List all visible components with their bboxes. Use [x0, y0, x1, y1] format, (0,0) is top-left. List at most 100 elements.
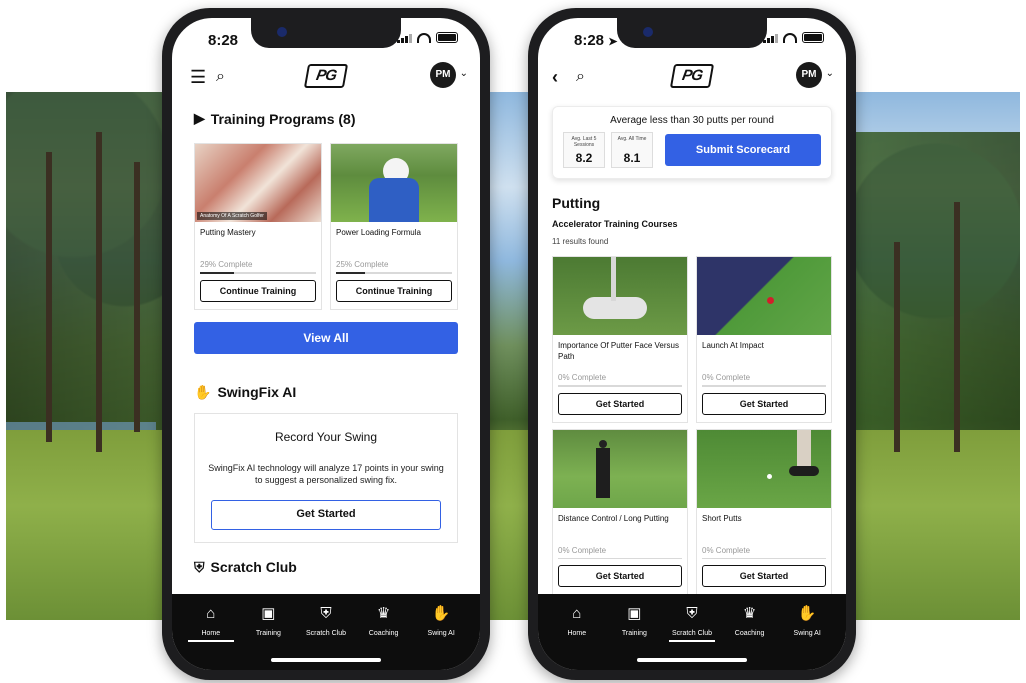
- home-content: ▶ Training Programs (8) Anatomy Of A Scr…: [172, 98, 480, 594]
- pg-logo[interactable]: PG: [669, 64, 715, 88]
- view-all-wrap: View All: [172, 321, 480, 354]
- tree-trunk: [134, 162, 140, 432]
- results-count: 11 results found: [552, 237, 609, 246]
- play-icon: ▶: [194, 110, 205, 126]
- tab-label: Scratch Club: [671, 630, 713, 637]
- home-indicator: [271, 658, 381, 662]
- tree-trunk: [954, 202, 960, 452]
- chevron-down-icon[interactable]: ⌄: [826, 68, 834, 79]
- courses-subtitle: Accelerator Training Courses: [552, 219, 678, 229]
- section-title: SwingFix AI: [217, 384, 297, 400]
- impact-thumbnail: [697, 257, 831, 335]
- course-card[interactable]: Importance Of Putter Face Versus Path 0%…: [552, 256, 688, 423]
- shield-crest-icon: ⛨: [320, 605, 332, 622]
- course-card[interactable]: Launch At Impact 0% Complete Get Started: [696, 256, 832, 423]
- status-time: 8:28 ➤: [574, 32, 618, 49]
- search-icon[interactable]: ⌕: [576, 66, 585, 88]
- swing-hand-icon: ✋: [194, 383, 212, 400]
- phone-scratch-club-screen: 8:28 ➤ ‹ ⌕ PG PM ⌄ Average less than 30 …: [528, 8, 856, 680]
- pg-logo[interactable]: PG: [303, 64, 349, 88]
- wifi-icon: [417, 32, 431, 43]
- tab-home[interactable]: ⌂ Home: [548, 604, 606, 670]
- training-programs-heading: ▶ Training Programs (8): [172, 110, 480, 127]
- app-header: ‹ ⌕ PG PM ⌄: [538, 62, 846, 94]
- tab-label: Training: [255, 630, 281, 637]
- camera-icon: [277, 27, 287, 37]
- get-started-button[interactable]: Get Started: [702, 392, 826, 415]
- card-title: Power Loading Formula: [336, 228, 421, 237]
- bottom-tab-bar: ⌂ Home ▣ Training ⛨ Scratch Club ♛ Coaching …: [538, 594, 846, 670]
- stat-label: Avg. All Time: [617, 136, 647, 142]
- stat-label: Avg. Last 5 Sessions: [571, 136, 597, 148]
- anatomy-thumbnail: Anatomy Of A Scratch Golfer: [195, 144, 321, 222]
- card-title: Distance Control / Long Putting: [558, 513, 669, 523]
- progress-text: 0% Complete: [702, 373, 751, 382]
- record-swing-title: Record Your Swing: [274, 429, 378, 444]
- get-started-button[interactable]: Get Started: [702, 565, 826, 587]
- stat-last-5: Avg. Last 5 Sessions 8.2: [563, 132, 605, 168]
- get-started-button[interactable]: Get Started: [211, 499, 441, 530]
- bottom-tab-bar: ⌂ Home ▣ Training ⛨ Scratch Club ♛ Coaching …: [172, 594, 480, 670]
- progress-bar: [200, 272, 316, 274]
- progress-bar: [702, 385, 826, 387]
- tab-label: Swing AI: [427, 630, 455, 637]
- home-icon: ⌂: [572, 605, 582, 622]
- stat-value: 8.2: [575, 151, 593, 165]
- continue-training-button[interactable]: Continue Training: [336, 279, 452, 302]
- tree-trunk: [894, 242, 900, 452]
- golfer-thumbnail: [331, 144, 457, 222]
- view-all-button[interactable]: View All: [194, 321, 458, 354]
- play-icon: ▣: [261, 605, 276, 622]
- tab-label: Swing AI: [793, 630, 821, 637]
- swing-hand-icon: ✋: [431, 605, 451, 622]
- shield-crest-icon: ⛨: [686, 605, 698, 622]
- tab-swing-ai[interactable]: ✋ Swing AI: [778, 604, 836, 670]
- training-card[interactable]: Power Loading Formula 25% Complete Conti…: [330, 143, 458, 310]
- course-grid: Importance Of Putter Face Versus Path 0%…: [538, 256, 846, 594]
- tab-label: Training: [621, 630, 647, 637]
- phone-screen: 8:28 ☰ ⌕ PG PM ⌄ ▶ Training Programs (8): [172, 18, 480, 670]
- avatar[interactable]: PM: [430, 62, 456, 88]
- battery-icon: [436, 32, 458, 43]
- get-started-button[interactable]: Get Started: [558, 392, 682, 415]
- swingfix-heading: ✋ SwingFix AI: [172, 384, 480, 401]
- notch: [617, 18, 767, 48]
- home-indicator: [637, 658, 747, 662]
- course-card[interactable]: Short Putts 0% Complete Get Started: [696, 428, 832, 594]
- training-card[interactable]: Anatomy Of A Scratch Golfer Putting Mast…: [194, 143, 322, 310]
- progress-text: 0% Complete: [702, 545, 751, 555]
- menu-icon[interactable]: ☰: [190, 66, 206, 88]
- putting-title: Putting: [552, 195, 601, 211]
- card-title: Short Putts: [702, 513, 742, 523]
- progress-text: 0% Complete: [558, 373, 607, 382]
- card-title: Launch At Impact: [702, 341, 764, 350]
- section-title: Scratch Club: [210, 559, 297, 575]
- putter-thumbnail: [553, 257, 687, 335]
- crown-icon: ♛: [742, 605, 757, 622]
- trees-right: [850, 132, 1020, 462]
- tab-swing-ai[interactable]: ✋ Swing AI: [412, 604, 470, 670]
- back-arrow-icon[interactable]: ‹: [552, 66, 558, 88]
- search-icon[interactable]: ⌕: [216, 66, 225, 88]
- wifi-icon: [783, 32, 797, 43]
- play-icon: ▣: [627, 605, 642, 622]
- course-card[interactable]: Distance Control / Long Putting 0% Compl…: [552, 428, 688, 594]
- progress-text: 25% Complete: [336, 260, 389, 269]
- tab-label: Home: [567, 630, 587, 637]
- get-started-button[interactable]: Get Started: [558, 565, 682, 587]
- record-swing-description: SwingFix AI technology will analyze 17 p…: [208, 462, 444, 485]
- tree-trunk: [46, 152, 52, 442]
- card-title: Putting Mastery: [200, 228, 256, 237]
- scratch-club-heading: ⛨ Scratch Club: [172, 559, 480, 576]
- continue-training-button[interactable]: Continue Training: [200, 279, 316, 302]
- crown-icon: ♛: [376, 605, 391, 622]
- progress-bar: [558, 385, 682, 387]
- tab-home[interactable]: ⌂ Home: [182, 604, 240, 670]
- avatar[interactable]: PM: [796, 62, 822, 88]
- chevron-down-icon[interactable]: ⌄: [460, 68, 468, 79]
- tree-trunk: [96, 132, 102, 452]
- trees-left: [6, 92, 176, 452]
- submit-scorecard-button[interactable]: Submit Scorecard: [665, 134, 821, 166]
- scorecard-headline: Average less than 30 putts per round: [610, 115, 774, 126]
- tab-label: Home: [201, 630, 221, 637]
